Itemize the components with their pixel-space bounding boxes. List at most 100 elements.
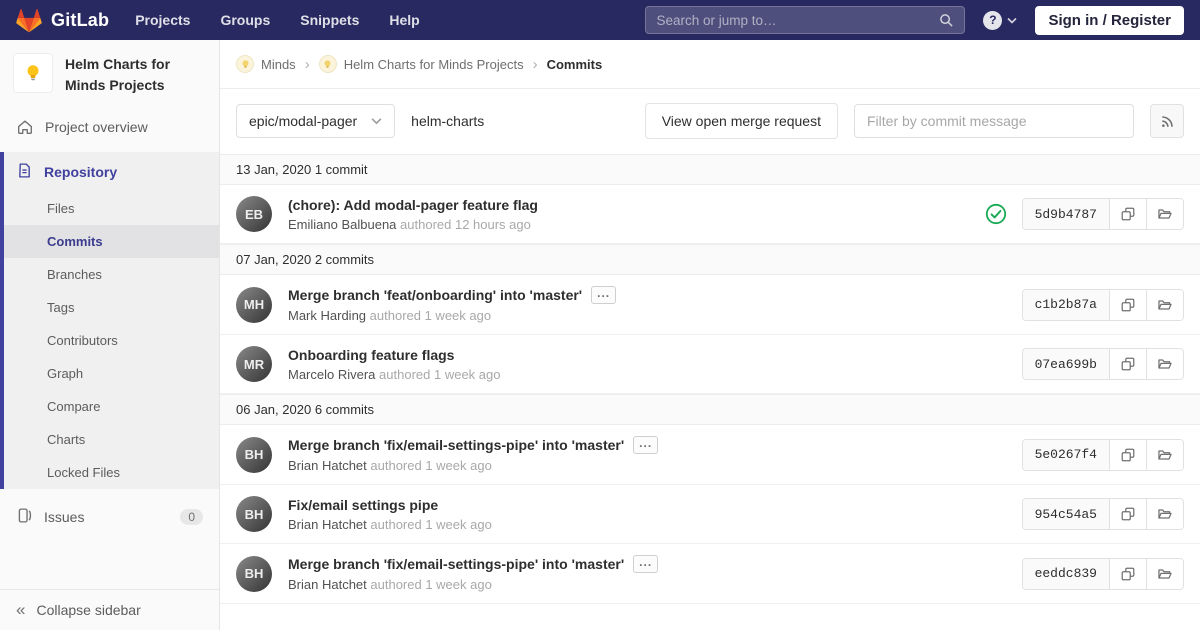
- commits-controls: epic/modal-pager helm-charts View open m…: [220, 89, 1200, 154]
- commits-feed-button[interactable]: [1150, 104, 1184, 138]
- commit-title-link[interactable]: Onboarding feature flags: [288, 347, 500, 363]
- project-sidebar: Helm Charts for Minds Projects Project o…: [0, 40, 220, 630]
- avatar[interactable]: BH: [236, 496, 272, 532]
- help-dropdown[interactable]: ?: [983, 10, 1018, 30]
- commit-sha-group: c1b2b87a: [1021, 288, 1184, 321]
- sidebar-item-branches[interactable]: Branches: [4, 258, 219, 291]
- double-chevron-left-icon: «: [16, 600, 26, 619]
- sidebar-item-charts[interactable]: Charts: [4, 423, 219, 456]
- commit-title-link[interactable]: (chore): Add modal-pager feature flag: [288, 197, 538, 213]
- copy-sha-button[interactable]: [1109, 439, 1146, 470]
- commit-row: MR Onboarding feature flags Marcelo Rive…: [220, 335, 1200, 394]
- view-open-merge-request-button[interactable]: View open merge request: [644, 103, 838, 139]
- copy-sha-button[interactable]: [1109, 349, 1146, 379]
- commit-authored-time: authored 1 week ago: [369, 308, 492, 323]
- sidebar-item-compare[interactable]: Compare: [4, 390, 219, 423]
- commit-author-link[interactable]: Marcelo Rivera: [288, 367, 375, 382]
- branch-selector-dropdown[interactable]: epic/modal-pager: [236, 104, 396, 138]
- avatar[interactable]: BH: [236, 555, 272, 592]
- global-search-box[interactable]: [645, 6, 966, 34]
- expand-commit-description-button[interactable]: ...: [591, 286, 617, 304]
- commit-title-link[interactable]: Fix/email settings pipe: [288, 497, 492, 513]
- sidebar-item-locked-files[interactable]: Locked Files: [4, 456, 219, 489]
- main-content: Minds › Helm Charts for Minds Projects ›…: [220, 40, 1200, 630]
- expand-commit-description-button[interactable]: ...: [633, 436, 659, 454]
- commit-sha-link[interactable]: 5e0267f4: [1022, 439, 1109, 470]
- issues-count-badge: 0: [180, 509, 203, 525]
- browse-files-button[interactable]: [1146, 439, 1183, 470]
- navbar-links: Projects Groups Snippets Help: [135, 12, 420, 28]
- sidebar-item-files[interactable]: Files: [4, 192, 219, 225]
- copy-sha-button[interactable]: [1109, 289, 1146, 320]
- commit-sha-link[interactable]: 5d9b4787: [1022, 199, 1109, 229]
- commit-row: BH Merge branch 'fix/email-settings-pipe…: [220, 425, 1200, 485]
- avatar[interactable]: MH: [236, 286, 272, 323]
- commit-title-link[interactable]: Merge branch 'fix/email-settings-pipe' i…: [288, 436, 659, 454]
- commit-sha-group: 07ea699b: [1021, 348, 1184, 380]
- expand-commit-description-button[interactable]: ...: [633, 555, 659, 573]
- nav-link-projects[interactable]: Projects: [135, 12, 190, 28]
- copy-sha-button[interactable]: [1109, 199, 1146, 229]
- commit-title-link[interactable]: Merge branch 'fix/email-settings-pipe' i…: [288, 555, 659, 573]
- sidebar-item-tags[interactable]: Tags: [4, 291, 219, 324]
- issues-icon: [16, 507, 33, 527]
- breadcrumb-project-helm-charts[interactable]: Helm Charts for Minds Projects: [318, 55, 524, 73]
- pipeline-passed-icon[interactable]: [985, 203, 1007, 225]
- sidebar-item-project-overview[interactable]: Project overview: [0, 108, 219, 146]
- copy-sha-button[interactable]: [1109, 499, 1146, 529]
- commit-row: BH Merge branch 'fix/email-settings-pipe…: [220, 544, 1200, 604]
- commit-sha-link[interactable]: c1b2b87a: [1022, 289, 1109, 320]
- commit-row: EB (chore): Add modal-pager feature flag…: [220, 185, 1200, 244]
- home-icon: [16, 118, 34, 136]
- top-navbar: GitLab Projects Groups Snippets Help ? S…: [0, 0, 1200, 40]
- nav-link-snippets[interactable]: Snippets: [300, 12, 359, 28]
- commit-sha-link[interactable]: 954c54a5: [1022, 499, 1109, 529]
- browse-files-button[interactable]: [1146, 289, 1183, 320]
- help-question-icon: ?: [983, 10, 1003, 30]
- copy-sha-button[interactable]: [1109, 558, 1146, 589]
- sign-in-register-button[interactable]: Sign in / Register: [1035, 5, 1184, 35]
- commit-sha-link[interactable]: 07ea699b: [1022, 349, 1109, 379]
- commit-date-header: 07 Jan, 2020 2 commits: [220, 244, 1200, 275]
- browse-files-button[interactable]: [1146, 499, 1183, 529]
- commit-author-link[interactable]: Brian Hatchet: [288, 577, 367, 592]
- sidebar-item-label: Repository: [44, 164, 118, 180]
- breadcrumb-label: Helm Charts for Minds Projects: [343, 56, 524, 72]
- group-avatar-icon: [236, 55, 254, 73]
- breadcrumb-current-commits: Commits: [546, 56, 603, 72]
- commit-author-link[interactable]: Brian Hatchet: [288, 517, 367, 532]
- sidebar-item-issues[interactable]: Issues 0: [0, 496, 219, 538]
- nav-link-help[interactable]: Help: [389, 12, 419, 28]
- commit-title-link[interactable]: Merge branch 'feat/onboarding' into 'mas…: [288, 286, 617, 304]
- commit-filter-input[interactable]: [854, 104, 1134, 138]
- browse-files-button[interactable]: [1146, 199, 1183, 229]
- commit-author-link[interactable]: Mark Harding: [288, 308, 366, 323]
- sidebar-item-repository[interactable]: Repository: [4, 152, 219, 192]
- ref-name-label: helm-charts: [411, 113, 485, 129]
- search-icon: [939, 13, 954, 28]
- commit-sha-link[interactable]: eeddc839: [1022, 558, 1109, 589]
- nav-link-groups[interactable]: Groups: [220, 12, 270, 28]
- project-context[interactable]: Helm Charts for Minds Projects: [0, 40, 219, 108]
- sidebar-item-graph[interactable]: Graph: [4, 357, 219, 390]
- project-avatar-icon: [318, 55, 337, 73]
- avatar[interactable]: BH: [236, 436, 272, 473]
- commit-author-link[interactable]: Brian Hatchet: [288, 458, 367, 473]
- browse-files-button[interactable]: [1146, 558, 1183, 589]
- avatar[interactable]: MR: [236, 346, 272, 382]
- sidebar-item-contributors[interactable]: Contributors: [4, 324, 219, 357]
- avatar[interactable]: EB: [236, 196, 272, 232]
- commit-author-link[interactable]: Emiliano Balbuena: [288, 217, 396, 232]
- document-icon: [16, 162, 33, 182]
- search-input[interactable]: [656, 12, 940, 28]
- sidebar-item-label: Issues: [44, 509, 85, 525]
- collapse-sidebar-button[interactable]: « Collapse sidebar: [0, 589, 219, 630]
- gitlab-home-link[interactable]: GitLab: [16, 8, 109, 33]
- commit-authored-time: authored 1 week ago: [379, 366, 501, 382]
- chevron-down-icon: [1007, 17, 1018, 24]
- breadcrumb-group-minds[interactable]: Minds: [236, 55, 296, 73]
- breadcrumb-separator: ›: [304, 55, 310, 73]
- browse-files-button[interactable]: [1146, 349, 1183, 379]
- sidebar-item-commits[interactable]: Commits: [4, 225, 219, 258]
- commit-row: BH Fix/email settings pipe Brian Hatchet…: [220, 485, 1200, 544]
